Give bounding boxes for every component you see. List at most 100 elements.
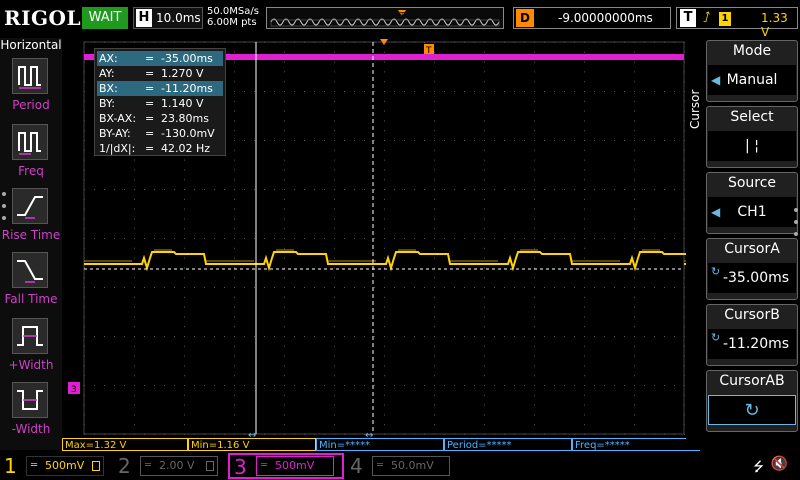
rise-time-icon [12, 188, 48, 224]
positive-width-icon [12, 318, 48, 354]
trigger-key: T [680, 9, 696, 27]
measurement-bar: Max=1.32 V Min=1.16 V Min=***** Period=*… [62, 438, 700, 452]
left-scroll-dots [2, 192, 8, 228]
memory-timeline[interactable]: T [266, 7, 504, 29]
channel-bar: 1 ═ 500mV 2 ═ 2.00 V 3 ═ 500mV 4 ═ 50.0m… [0, 452, 800, 480]
cursor-source-button[interactable]: Source CH1 ◀ [706, 172, 798, 234]
trigger-t-label: T [425, 46, 432, 56]
measure-rise-time-button[interactable]: Rise Time [0, 188, 62, 254]
cursor-source-value: CH1 [708, 197, 796, 227]
horizontal-delay-display[interactable]: D -9.00000000ms [513, 7, 671, 29]
measurement-item[interactable]: Period=***** [444, 438, 572, 451]
channel-2-scale: 2.00 V [159, 459, 195, 472]
sample-rate: 50.0MSa/s [207, 6, 259, 17]
timebase-value: 10.0ms [156, 11, 201, 25]
measure-positive-width-button[interactable]: +Width [0, 318, 62, 384]
brand-logo: RIGOL [4, 6, 82, 30]
negative-width-icon [12, 382, 48, 418]
channel-1-number: 1 [4, 454, 17, 478]
period-icon [12, 58, 48, 94]
usb-icon: ⭍ [753, 460, 764, 475]
cursor-select-title: Select [730, 109, 774, 125]
timebase-key: H [136, 9, 152, 27]
measurement-item[interactable]: Min=***** [316, 438, 444, 451]
readout-inv-dx: 1/|dX|: = 42.02 Hz [99, 142, 211, 155]
cursor-b-handle-icon[interactable]: ↔ [365, 430, 373, 438]
cursor-a-button[interactable]: CursorA -35.00ms ↻ [706, 238, 798, 300]
measurement-item[interactable]: Max=1.32 V [62, 438, 188, 451]
measure-fall-time-label: Fall Time [4, 292, 58, 306]
chevron-left-icon: ◀ [711, 205, 721, 219]
trigger-display[interactable]: T ⭜ 1 1.33 V [676, 7, 798, 39]
measure-freq-label: Freq [18, 164, 44, 178]
sample-info: 50.0MSa/s 6.00M pts [207, 6, 259, 28]
channel-4-button[interactable]: 4 ═ 50.0mV [346, 454, 458, 478]
horizontal-measure-menu: Horizontal Period Freq Rise Time Fall Ti… [0, 38, 62, 450]
freq-icon [12, 124, 48, 160]
channel-1-button[interactable]: 1 ═ 500mV [0, 454, 112, 478]
svg-text:T: T [399, 11, 405, 19]
readout-bx-ax: BX-AX: = 23.80ms [99, 112, 209, 125]
measure-negative-width-button[interactable]: -Width [0, 382, 62, 448]
top-status-bar: RIGOL WAIT H 10.0ms 50.0MSa/s 6.00M pts … [0, 0, 800, 39]
channel-1-scale: 500mV [45, 459, 85, 472]
channel-4-number: 4 [350, 454, 363, 478]
knob-icon: ↻ [708, 395, 796, 425]
cursor-menu-title: Cursor [688, 89, 702, 129]
measurement-item[interactable]: Min=1.16 V [188, 438, 316, 451]
timebase-display[interactable]: H 10.0ms [133, 7, 203, 29]
channel-1-scale-box: ═ 500mV [26, 456, 104, 476]
readout-ax: AX: = -35.00ms [97, 51, 223, 66]
cursor-b-button[interactable]: CursorB -11.20ms ↻ [706, 304, 798, 366]
channel-2-button[interactable]: 2 ═ 2.00 V [114, 454, 226, 478]
cursor-mode-button[interactable]: Mode Manual ◀ [706, 40, 798, 102]
cursor-a-title: CursorA [724, 241, 780, 257]
channel-3-scale: 500mV [275, 459, 315, 472]
cursor-b-value: -11.20ms [708, 329, 796, 359]
cursor-mode-title: Mode [732, 43, 772, 59]
ch3-offset-label: 3 [71, 385, 77, 395]
measure-period-button[interactable]: Period [0, 58, 62, 124]
channel-3-scale-box: ═ 500mV [256, 456, 334, 476]
readout-by-ay: BY-AY: = -130.0mV [99, 127, 215, 140]
timeline-wave-icon: T [270, 10, 500, 27]
cursor-select-button[interactable]: Select | ¦ [706, 106, 798, 168]
cursor-ab-button[interactable]: CursorAB ↻ [706, 370, 798, 432]
cursor-ab-title: CursorAB [719, 373, 785, 389]
bandwidth-limit-icon [206, 461, 214, 471]
cursor-source-title: Source [727, 175, 777, 191]
left-menu-title: Horizontal [0, 38, 62, 52]
measure-fall-time-button[interactable]: Fall Time [0, 252, 62, 318]
delay-value: -9.00000000ms [558, 11, 653, 25]
cursor-a-handle-icon[interactable]: ↔ [248, 430, 256, 438]
measure-negative-width-label: -Width [11, 422, 51, 436]
measure-freq-button[interactable]: Freq [0, 124, 62, 190]
measure-period-label: Period [12, 98, 50, 112]
cursor-readout-panel[interactable]: AX: = -35.00ms AY: = 1.270 V BX: = -11.20ms BY… [94, 48, 226, 156]
cursor-b-title: CursorB [724, 307, 780, 323]
knob-icon: ↻ [711, 265, 721, 278]
measurement-item[interactable]: Freq=***** [572, 438, 700, 451]
knob-icon: ↻ [711, 331, 721, 344]
dc-coupling-icon: ═ [261, 460, 268, 471]
channel-3-button[interactable]: 3 ═ 500mV [228, 453, 344, 479]
dc-coupling-icon: ═ [31, 460, 38, 471]
channel-4-scale-box: ═ 50.0mV [372, 456, 450, 476]
acquisition-status-badge[interactable]: WAIT [82, 7, 128, 29]
channel-3-number: 3 [234, 455, 247, 479]
channel-4-scale: 50.0mV [391, 459, 434, 472]
channel-2-number: 2 [118, 454, 131, 478]
cursor-menu: Cursor Mode Manual ◀ Select | ¦ Source C… [686, 38, 800, 450]
bandwidth-limit-icon [92, 461, 100, 471]
measure-positive-width-label: +Width [8, 358, 54, 372]
readout-by: BY: = 1.140 V [99, 97, 204, 110]
cursor-mode-value: Manual [708, 65, 796, 95]
fall-time-icon [12, 252, 48, 288]
trigger-level: 1.33 V [761, 11, 788, 39]
dc-coupling-icon: ═ [145, 460, 152, 471]
readout-ay: AY: = 1.270 V [99, 67, 204, 80]
delay-key: D [516, 9, 534, 27]
rising-edge-icon: ⭜ [703, 10, 711, 26]
ch1-trace [84, 251, 686, 272]
speaker-muted-icon[interactable]: 🔇 [771, 456, 788, 472]
